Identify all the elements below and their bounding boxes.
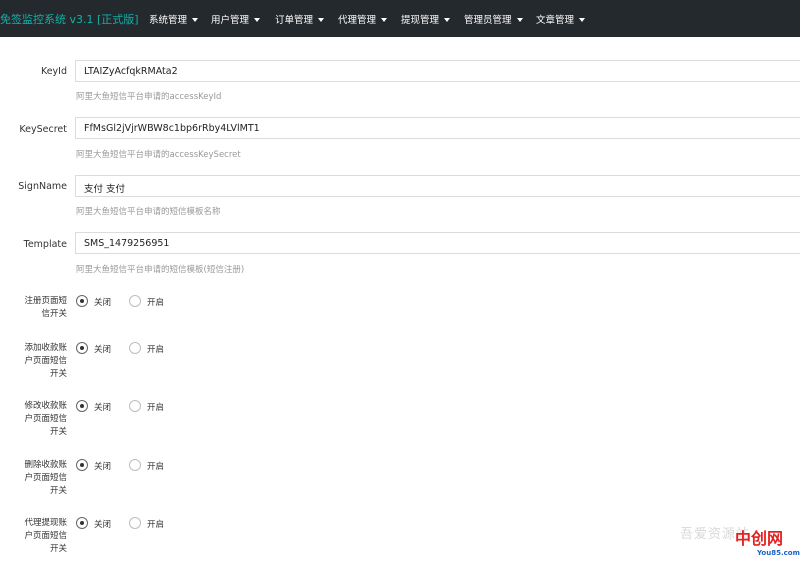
radio-off-label: 关闭 (94, 520, 112, 530)
radio-on-label: 开启 (147, 462, 165, 472)
nav-menu-label: 提现管理 (401, 15, 440, 26)
edit-account-sms-off-radio[interactable] (76, 400, 88, 412)
nav-menu-articles[interactable]: 文章管理 (536, 12, 586, 26)
nav-menu-label: 用户管理 (211, 15, 250, 26)
caret-down-icon (254, 17, 261, 22)
caret-down-icon (318, 17, 325, 22)
caret-down-icon (192, 17, 199, 22)
label-line: 开关 (49, 544, 67, 554)
nav-menu-label: 订单管理 (275, 15, 314, 26)
add-account-sms-on-radio[interactable] (129, 342, 141, 354)
label-line: 开关 (49, 427, 67, 437)
nav-menu-label: 系统管理 (149, 15, 188, 26)
app-brand[interactable]: 免签监控系统 v3.1 [正式版] (0, 11, 139, 27)
radio-on-label: 开启 (147, 520, 165, 530)
radio-off-label: 关闭 (94, 462, 112, 472)
nav-menu-admins[interactable]: 管理员管理 (464, 12, 523, 26)
template-help: 阿里大鱼短信平台申请的短信模板(短信注册) (76, 265, 245, 275)
label-line: 户页面短信 (24, 473, 67, 483)
nav-menu-label: 代理管理 (338, 15, 377, 26)
keysecret-label: KeySecret (19, 124, 67, 135)
agent-withdraw-sms-on-radio[interactable] (129, 517, 141, 529)
label-line: 开关 (49, 486, 67, 496)
edit-account-sms-switch-label: 修改收款账 户页面短信 开关 (10, 400, 67, 439)
add-account-sms-switch-label: 添加收款账 户页面短信 开关 (10, 342, 67, 381)
caret-down-icon (579, 17, 586, 22)
register-sms-off-radio[interactable] (76, 295, 88, 307)
template-input[interactable]: SMS_1479256951 (75, 232, 800, 254)
label-line: 开关 (49, 369, 67, 379)
delete-account-sms-on-radio[interactable] (129, 459, 141, 471)
register-sms-on-radio[interactable] (129, 295, 141, 307)
template-label: Template (23, 239, 67, 250)
top-navbar: 免签监控系统 v3.1 [正式版] 系统管理 用户管理 订单管理 代理管理 提现… (0, 0, 800, 37)
watermark-site: You85.com (757, 549, 800, 557)
agent-withdraw-sms-off-radio[interactable] (76, 517, 88, 529)
agent-withdraw-sms-switch-label: 代理提现账 户页面短信 开关 (10, 517, 67, 556)
nav-menu-agents[interactable]: 代理管理 (338, 12, 388, 26)
radio-off-label: 关闭 (94, 298, 112, 308)
nav-menu-withdraw[interactable]: 提现管理 (401, 12, 451, 26)
radio-on-label: 开启 (147, 298, 165, 308)
watermark-logo: 中创网 (735, 529, 784, 548)
delete-account-sms-switch-label: 删除收款账 户页面短信 开关 (10, 459, 67, 498)
register-sms-switch-label: 注册页面短 信开关 (10, 295, 67, 321)
radio-off-label: 关闭 (94, 345, 112, 355)
nav-menu-label: 文章管理 (536, 15, 575, 26)
label-line: 户页面短信 (24, 531, 67, 541)
label-line: 注册页面短 (24, 296, 67, 306)
label-line: 信开关 (41, 309, 67, 319)
nav-menu-system[interactable]: 系统管理 (149, 12, 199, 26)
label-line: 添加收款账 (24, 343, 67, 353)
caret-down-icon (516, 17, 523, 22)
label-line: 删除收款账 (24, 460, 67, 470)
label-line: 修改收款账 (24, 401, 67, 411)
label-line: 户页面短信 (24, 356, 67, 366)
keyid-help: 阿里大鱼短信平台申请的accessKeyId (76, 92, 222, 102)
nav-menu-orders[interactable]: 订单管理 (275, 12, 325, 26)
label-line: 代理提现账 (24, 518, 67, 528)
edit-account-sms-on-radio[interactable] (129, 400, 141, 412)
keyid-input[interactable]: LTAIZyAcfqkRMAta2 (75, 60, 800, 82)
nav-menu-label: 管理员管理 (464, 15, 512, 26)
radio-on-label: 开启 (147, 345, 165, 355)
keysecret-input[interactable]: FfMsGl2jVjrWBW8c1bp6rRby4LVlMT1 (75, 117, 800, 139)
add-account-sms-off-radio[interactable] (76, 342, 88, 354)
label-line: 户页面短信 (24, 414, 67, 424)
radio-on-label: 开启 (147, 403, 165, 413)
signname-help: 阿里大鱼短信平台申请的短信模板名称 (76, 207, 221, 217)
caret-down-icon (381, 17, 388, 22)
keyid-label: KeyId (40, 66, 67, 77)
nav-menu-users[interactable]: 用户管理 (211, 12, 261, 26)
radio-off-label: 关闭 (94, 403, 112, 413)
caret-down-icon (444, 17, 451, 22)
signname-label: SignName (18, 181, 67, 192)
signname-input[interactable]: 支付 支付 (75, 175, 800, 197)
delete-account-sms-off-radio[interactable] (76, 459, 88, 471)
keysecret-help: 阿里大鱼短信平台申请的accessKeySecret (76, 150, 241, 160)
